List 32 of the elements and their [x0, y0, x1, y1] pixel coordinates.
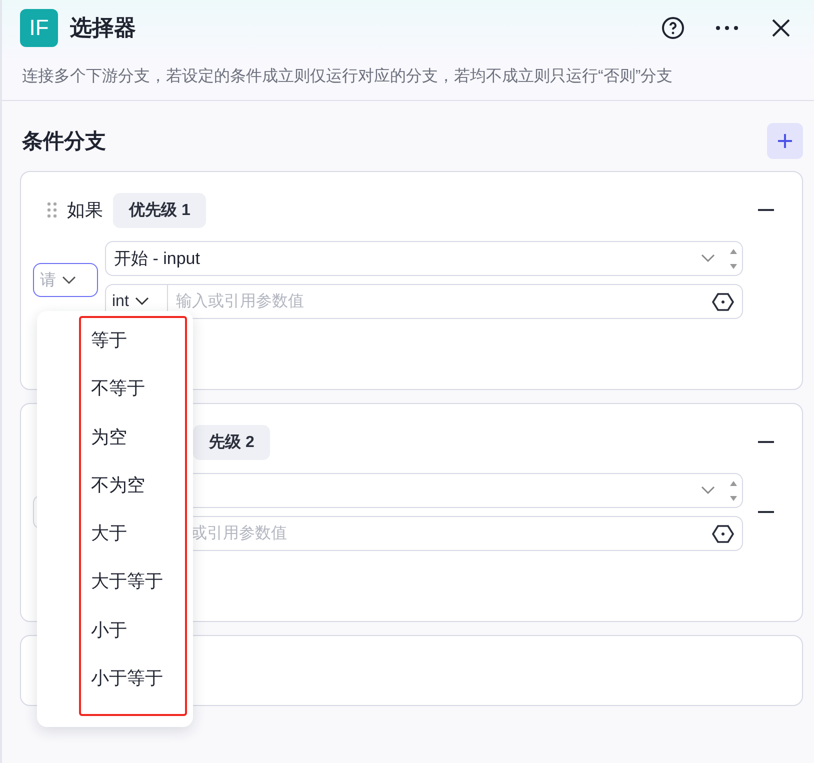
chevron-icon	[62, 276, 76, 284]
branch-label: 如果	[67, 199, 103, 222]
app-logo: IF	[20, 9, 58, 47]
chevron-icon	[701, 254, 715, 263]
plus-icon	[777, 133, 793, 149]
menu-option[interactable]: 为空	[91, 424, 185, 473]
more-icon	[715, 25, 739, 31]
description-text: 连接多个下游分支，若设定的条件成立则仅运行对应的分支，若均不成立则只运行“否则”分支	[2, 56, 814, 101]
menu-option[interactable]: 等于	[91, 328, 185, 376]
value-input[interactable]: 输入或引用参数值	[168, 285, 712, 318]
menu-option[interactable]: 大于等于	[91, 569, 185, 618]
add-branch-button[interactable]	[767, 123, 803, 159]
minus-icon	[758, 209, 774, 211]
panel-title: 选择器	[70, 14, 137, 42]
value-field[interactable]: int 输入或引用参数值	[105, 284, 743, 319]
section-title: 条件分支	[22, 129, 106, 155]
variable-icon[interactable]	[712, 524, 734, 544]
menu-option[interactable]: 小于	[91, 618, 185, 666]
drag-handle-icon[interactable]	[47, 202, 57, 218]
chevron-icon	[134, 297, 149, 306]
minus-icon	[758, 441, 774, 443]
priority-tag: 先级 2	[193, 424, 270, 460]
variable-select[interactable]: 开始 - input	[105, 241, 743, 276]
help-icon	[661, 16, 685, 40]
help-button[interactable]	[660, 15, 686, 41]
menu-option[interactable]: 小于等于	[91, 666, 185, 714]
minus-icon	[758, 511, 774, 513]
close-icon	[772, 19, 790, 37]
variable-icon[interactable]	[712, 292, 734, 312]
chevron-icon	[701, 486, 715, 495]
menu-option[interactable]: 不等于	[91, 376, 185, 424]
priority-tag: 优先级 1	[113, 192, 206, 228]
